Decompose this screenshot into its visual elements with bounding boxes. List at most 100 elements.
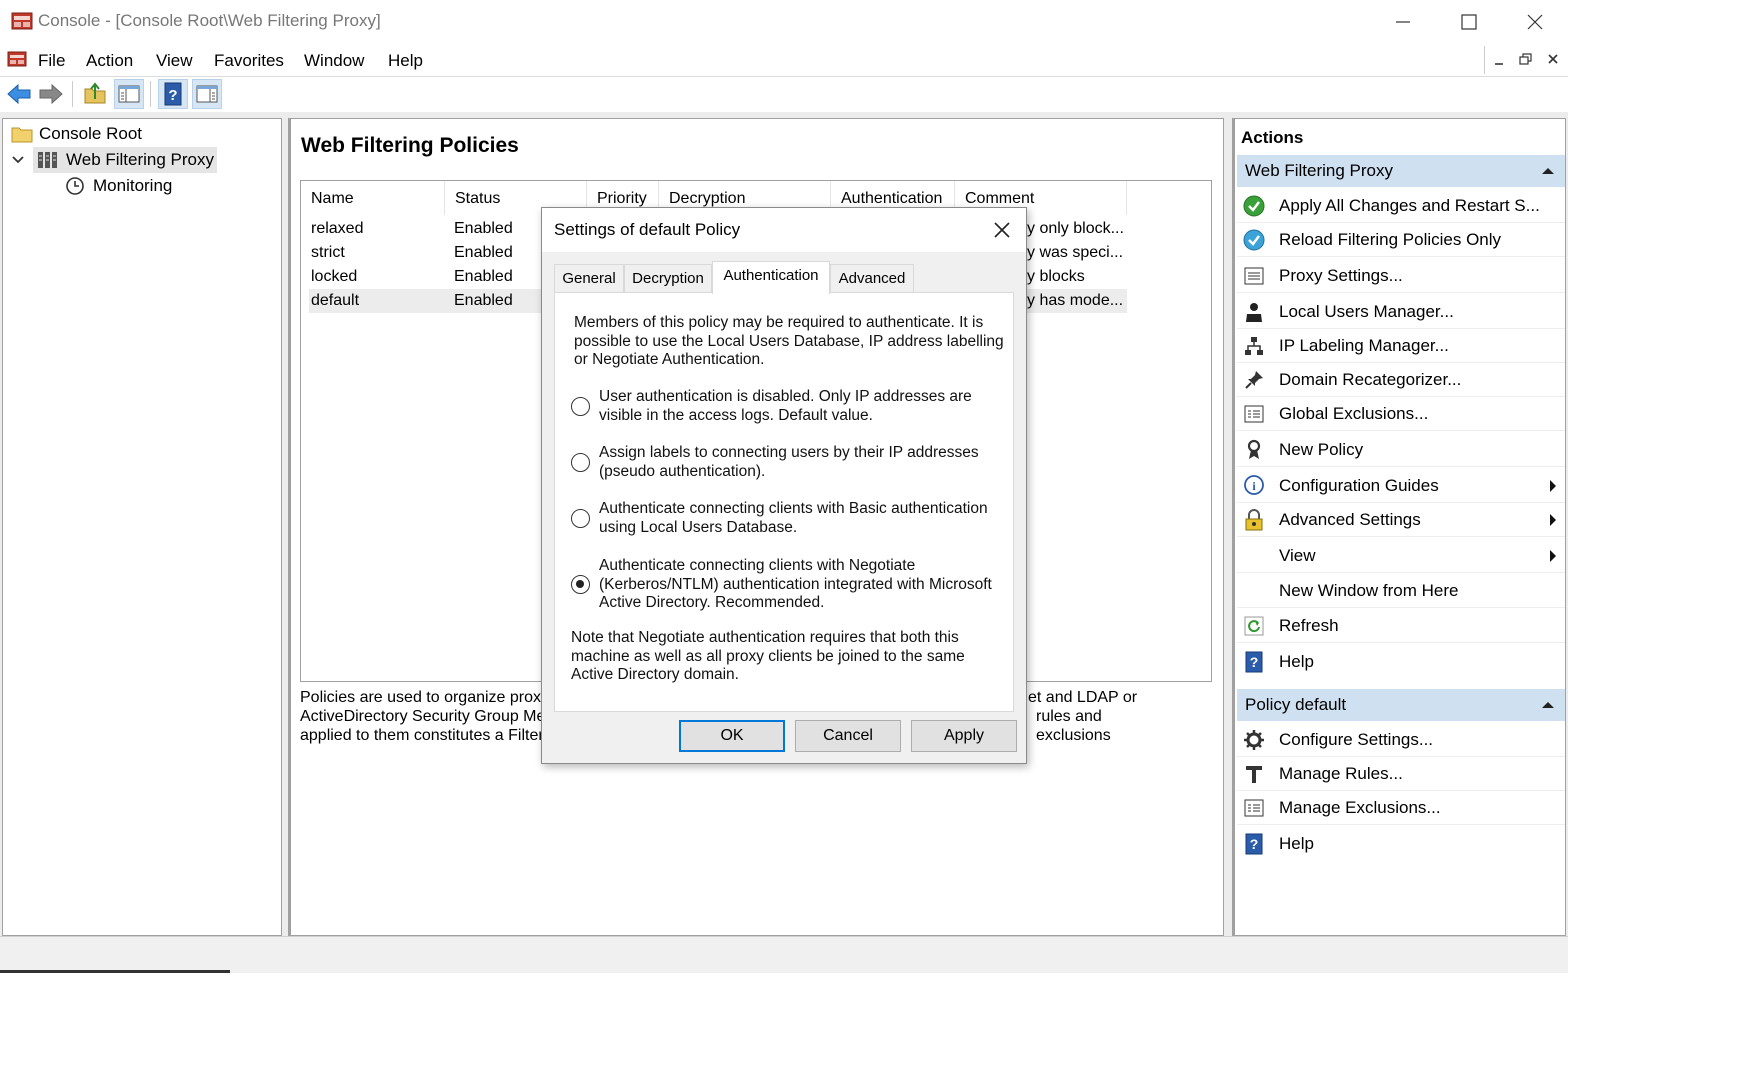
dialog-close-button[interactable]: [986, 214, 1018, 246]
reload-check-icon: [1243, 229, 1265, 251]
ribbon-icon: [1247, 439, 1261, 459]
column-header-name[interactable]: Name: [301, 181, 445, 215]
action-manage-exclusions[interactable]: Manage Exclusions...: [1237, 791, 1565, 825]
apply-button[interactable]: Apply: [911, 720, 1017, 752]
action-help[interactable]: ? Help: [1237, 645, 1565, 679]
mdi-close-icon[interactable]: [1543, 50, 1565, 70]
help-icon: ?: [1245, 651, 1263, 673]
auth-option-basic-label[interactable]: Authenticate connecting clients with Bas…: [599, 500, 988, 537]
group-label: Web Filtering Proxy: [1245, 161, 1394, 180]
title-bar: Console - [Console Root\Web Filtering Pr…: [0, 0, 1568, 44]
show-hide-console-tree-button[interactable]: [114, 79, 144, 109]
action-apply-all-changes[interactable]: Apply All Changes and Restart S...: [1237, 189, 1565, 223]
settings-list-icon: [1244, 267, 1264, 285]
action-global-exclusions[interactable]: Global Exclusions...: [1237, 397, 1565, 431]
show-hide-action-pane-button[interactable]: [192, 79, 222, 109]
action-local-users-manager[interactable]: Local Users Manager...: [1237, 295, 1565, 329]
action-label: Configuration Guides: [1279, 476, 1439, 495]
toolbar-separator: [150, 81, 151, 107]
action-advanced-settings[interactable]: Advanced Settings: [1237, 503, 1565, 537]
auth-option-ip-labels-label[interactable]: Assign labels to connecting users by the…: [599, 444, 979, 481]
tab-decryption[interactable]: Decryption: [624, 264, 712, 292]
status-progress: [0, 970, 230, 973]
collapse-up-icon[interactable]: [1541, 700, 1555, 710]
description-line: applied to them constitutes a Filterin: [300, 727, 557, 744]
tab-authentication[interactable]: Authentication: [712, 261, 830, 294]
action-pane-icon: [196, 85, 218, 103]
action-label: Configure Settings...: [1279, 730, 1434, 749]
ok-button[interactable]: OK: [679, 720, 785, 752]
mdi-minimize-icon[interactable]: [1490, 50, 1512, 70]
auth-option-negotiate-label[interactable]: Authenticate connecting clients with Neg…: [599, 557, 992, 613]
action-label: Reload Filtering Policies Only: [1279, 230, 1502, 249]
actions-group-web-filtering-proxy[interactable]: Web Filtering Proxy: [1237, 155, 1565, 187]
actions-title: Actions: [1241, 128, 1304, 147]
tree-item-console-root[interactable]: Console Root: [9, 121, 279, 147]
action-label: Apply All Changes and Restart S...: [1279, 196, 1540, 215]
menu-view[interactable]: View: [156, 51, 193, 71]
console-menu-icon[interactable]: [6, 48, 28, 70]
maximize-button[interactable]: [1436, 0, 1502, 44]
help-icon: ?: [1245, 833, 1263, 855]
back-arrow-icon: [7, 83, 31, 105]
action-label: Advanced Settings: [1279, 510, 1421, 529]
auth-option-disabled-label[interactable]: User authentication is disabled. Only IP…: [599, 388, 972, 425]
back-button[interactable]: [4, 79, 34, 109]
action-ip-labeling-manager[interactable]: IP Labeling Manager...: [1237, 329, 1565, 363]
close-icon: [1527, 14, 1543, 30]
menu-favorites[interactable]: Favorites: [214, 51, 284, 71]
action-configure-settings[interactable]: Configure Settings...: [1237, 723, 1565, 757]
menu-help[interactable]: Help: [388, 51, 423, 71]
description-line: Policies are used to organize proxy u: [300, 689, 563, 706]
menu-window[interactable]: Window: [304, 51, 364, 71]
action-label: Local Users Manager...: [1279, 302, 1454, 321]
exclusions-icon: [1244, 799, 1264, 817]
auth-option-negotiate-radio[interactable]: [571, 575, 590, 594]
tree-item-web-filtering-proxy[interactable]: Web Filtering Proxy: [9, 147, 279, 173]
tab-advanced[interactable]: Advanced: [830, 264, 914, 292]
action-new-policy[interactable]: New Policy: [1237, 433, 1565, 467]
action-reload-filtering-policies[interactable]: Reload Filtering Policies Only: [1237, 223, 1565, 257]
mdi-restore-icon[interactable]: [1516, 50, 1538, 70]
chevron-down-icon[interactable]: [11, 154, 25, 166]
policy-comment: y has mode...: [1027, 292, 1124, 309]
auth-option-basic-radio[interactable]: [571, 509, 590, 528]
actions-group-policy-default[interactable]: Policy default: [1237, 689, 1565, 721]
action-help-policy[interactable]: ? Help: [1237, 827, 1565, 861]
proxy-server-icon: [38, 152, 57, 168]
gear-icon: [1244, 730, 1264, 750]
help-icon: ?: [164, 82, 182, 106]
folder-icon: [11, 127, 33, 143]
toolbar: ?: [0, 76, 1568, 110]
policy-status: Enabled: [454, 268, 513, 285]
auth-option-disabled-radio[interactable]: [571, 397, 590, 416]
actions-pane: Actions Web Filtering Proxy Apply All Ch…: [1232, 118, 1566, 936]
chevron-right-icon: [1550, 480, 1556, 492]
forward-arrow-icon: [39, 83, 63, 105]
clock-icon: [66, 177, 84, 195]
lock-icon: [1245, 509, 1263, 531]
help-toolbar-button[interactable]: ?: [158, 79, 188, 109]
cancel-button[interactable]: Cancel: [795, 720, 901, 752]
authentication-tab-panel: Members of this policy may be required t…: [554, 292, 1014, 712]
action-manage-rules[interactable]: Manage Rules...: [1237, 757, 1565, 791]
auth-option-ip-labels-radio[interactable]: [571, 453, 590, 472]
action-domain-recategorizer[interactable]: Domain Recategorizer...: [1237, 363, 1565, 397]
tab-general[interactable]: General: [554, 264, 624, 292]
minimize-button[interactable]: [1370, 0, 1436, 44]
close-window-button[interactable]: [1502, 0, 1568, 44]
action-configuration-guides[interactable]: i Configuration Guides: [1237, 469, 1565, 503]
action-refresh[interactable]: Refresh: [1237, 609, 1565, 643]
auth-intro-text: Members of this policy may be required t…: [574, 314, 1004, 369]
menu-action[interactable]: Action: [86, 51, 133, 71]
action-view[interactable]: View: [1237, 539, 1565, 573]
action-new-window-from-here[interactable]: New Window from Here: [1237, 574, 1565, 608]
menu-file[interactable]: File: [38, 51, 65, 71]
forward-button[interactable]: [36, 79, 66, 109]
close-icon: [994, 222, 1010, 238]
svg-text:?: ?: [168, 87, 177, 104]
collapse-up-icon[interactable]: [1541, 166, 1555, 176]
tree-item-monitoring[interactable]: Monitoring: [9, 173, 279, 199]
action-proxy-settings[interactable]: Proxy Settings...: [1237, 259, 1565, 293]
up-one-level-button[interactable]: [80, 79, 110, 109]
